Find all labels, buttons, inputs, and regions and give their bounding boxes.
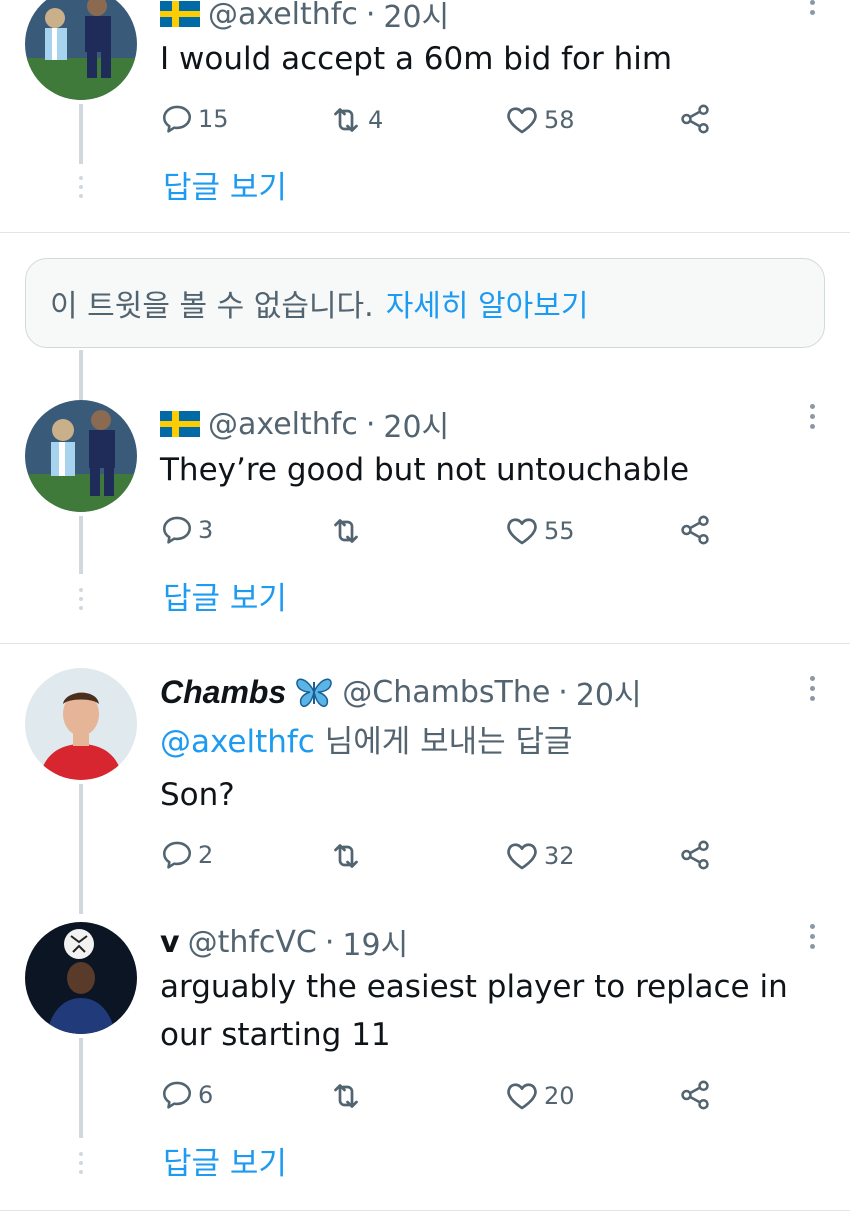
reply-button[interactable]: 6	[160, 1078, 213, 1112]
thread-line	[79, 1038, 83, 1138]
share-icon	[678, 1078, 712, 1112]
reply-icon	[160, 1078, 194, 1112]
reply-count: 15	[198, 105, 229, 133]
handle[interactable]: @axelthfc	[208, 407, 358, 442]
tweet-actions: 2 32	[160, 838, 720, 878]
thread-dots	[79, 1152, 83, 1179]
avatar[interactable]	[25, 922, 137, 1034]
like-button[interactable]: 55	[504, 513, 575, 549]
separator: ·	[365, 406, 376, 442]
separator: ·	[365, 0, 376, 32]
retweet-button[interactable]	[328, 1078, 368, 1114]
retweet-icon	[328, 1078, 364, 1114]
thread-line	[79, 104, 83, 164]
like-count: 55	[544, 517, 575, 545]
thread-dots	[79, 588, 83, 615]
retweet-count: 4	[368, 106, 384, 134]
timestamp[interactable]: 20시	[383, 0, 449, 36]
retweet-icon	[328, 102, 364, 138]
tweet-actions: 3 55	[160, 513, 720, 553]
handle[interactable]: @ChambsThe	[342, 675, 550, 710]
reply-to-suffix: 님에게 보내는 답글	[324, 724, 573, 760]
tweet-text-line-1: arguably the easiest player to replace i…	[160, 969, 788, 1005]
like-button[interactable]: 20	[504, 1078, 575, 1114]
tweet-text-line-2: our starting 11	[160, 1017, 391, 1053]
learn-more-link[interactable]: 자세히 알아보기	[386, 281, 589, 325]
tweet-header: @axelthfc · 20시	[160, 402, 449, 446]
reply-count: 3	[198, 516, 214, 544]
view-replies-link[interactable]: 답글 보기	[163, 573, 287, 618]
thread-line	[79, 784, 83, 914]
retweet-icon	[328, 838, 364, 874]
separator: ·	[558, 674, 568, 710]
more-vertical-icon[interactable]	[810, 676, 816, 706]
handle[interactable]: @axelthfc	[208, 0, 358, 32]
like-count: 20	[544, 1082, 575, 1110]
like-button[interactable]: 58	[504, 102, 575, 138]
retweet-button[interactable]	[328, 838, 368, 874]
retweet-button[interactable]: 4	[328, 102, 383, 138]
thread-dots	[79, 176, 83, 203]
heart-icon	[504, 1078, 540, 1114]
retweet-icon	[328, 513, 364, 549]
butterfly-emoji-icon	[296, 678, 333, 707]
notice-text: 이 트윗을 볼 수 없습니다.	[50, 289, 374, 324]
avatar[interactable]	[25, 668, 137, 780]
view-replies-link[interactable]: 답글 보기	[163, 1138, 287, 1183]
reply-count: 6	[198, 1081, 214, 1109]
divider	[0, 1210, 850, 1211]
more-vertical-icon[interactable]	[810, 404, 816, 434]
timestamp[interactable]: 20시	[576, 670, 642, 714]
tweet-text: Son?	[160, 777, 235, 813]
avatar[interactable]	[25, 400, 137, 512]
unavailable-tweet-notice: 이 트윗을 볼 수 없습니다. 자세히 알아보기	[25, 258, 825, 348]
divider	[0, 232, 850, 233]
tweet-header: @axelthfc · 20시	[160, 0, 449, 36]
tweet-actions: 15 4 58	[160, 102, 720, 142]
tweet-header: v @thfcVC · 19시	[160, 920, 408, 964]
sweden-flag-icon	[160, 1, 200, 27]
display-name[interactable]: v	[160, 925, 180, 960]
tweet-text: I would accept a 60m bid for him	[160, 41, 673, 77]
thread-line	[79, 350, 83, 400]
retweet-button[interactable]	[328, 513, 368, 549]
handle[interactable]: @thfcVC	[188, 925, 317, 960]
share-icon	[678, 513, 712, 547]
share-button[interactable]	[678, 838, 712, 872]
heart-icon	[504, 513, 540, 549]
tweet-text: They’re good but not untouchable	[160, 452, 690, 488]
divider	[0, 643, 850, 644]
reply-button[interactable]: 3	[160, 513, 213, 547]
timestamp[interactable]: 19시	[342, 920, 408, 964]
display-name[interactable]: Chambs	[160, 674, 286, 711]
reply-button[interactable]: 2	[160, 838, 213, 872]
reply-icon	[160, 513, 194, 547]
like-button[interactable]: 32	[504, 838, 575, 874]
tweet-actions: 6 20	[160, 1078, 720, 1118]
avatar[interactable]	[25, 0, 137, 100]
share-button[interactable]	[678, 102, 712, 136]
share-button[interactable]	[678, 513, 712, 547]
reply-button[interactable]: 15	[160, 102, 229, 136]
heart-icon	[504, 838, 540, 874]
more-vertical-icon[interactable]	[810, 0, 816, 20]
share-button[interactable]	[678, 1078, 712, 1112]
share-icon	[678, 102, 712, 136]
tweet-header: Chambs @ChambsThe · 20시	[160, 670, 642, 714]
heart-icon	[504, 102, 540, 138]
like-count: 58	[544, 106, 575, 134]
timestamp[interactable]: 20시	[383, 402, 449, 446]
reply-icon	[160, 102, 194, 136]
reply-icon	[160, 838, 194, 872]
sweden-flag-icon	[160, 411, 200, 437]
reply-count: 2	[198, 841, 214, 869]
reply-to-mention[interactable]: @axelthfc	[160, 724, 315, 760]
share-icon	[678, 838, 712, 872]
reply-context: @axelthfc 님에게 보내는 답글	[160, 718, 573, 766]
thread-line	[79, 516, 83, 574]
separator: ·	[324, 924, 335, 960]
like-count: 32	[544, 842, 575, 870]
more-vertical-icon[interactable]	[810, 924, 816, 954]
view-replies-link[interactable]: 답글 보기	[163, 162, 287, 207]
